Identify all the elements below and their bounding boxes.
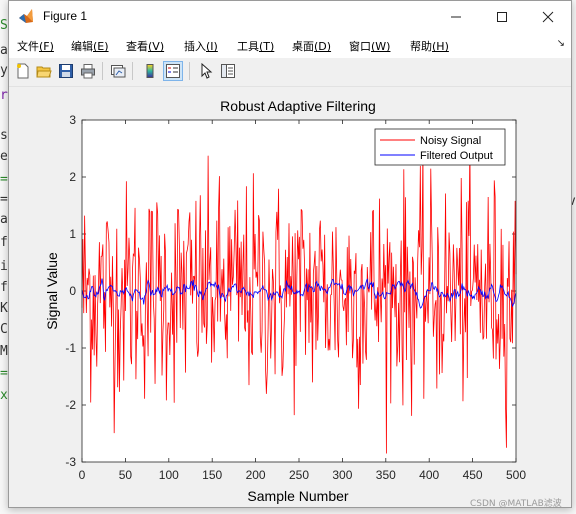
x-tick-label: 100 [159, 468, 179, 482]
insert-colorbar-button[interactable] [140, 61, 160, 81]
figure-window: Figure 1 文件(F) 编辑(E) 查看(V) 插入(I) 工具(T) 桌… [8, 0, 572, 508]
x-tick-label: 350 [376, 468, 396, 482]
close-icon [542, 11, 554, 22]
dock-arrow-icon[interactable]: ↘ [557, 38, 565, 49]
property-inspector-button[interactable] [218, 61, 238, 81]
y-tick-label: 0 [69, 284, 76, 298]
legend-label-noisy: Noisy Signal [420, 135, 481, 147]
y-tick-label: -3 [65, 455, 76, 469]
edit-plot-button[interactable] [196, 61, 216, 81]
print-button[interactable] [78, 61, 98, 81]
x-tick-label: 300 [332, 468, 352, 482]
window-title: Figure 1 [43, 9, 88, 23]
toolbar-separator [132, 62, 133, 80]
y-tick-label: 1 [69, 227, 76, 241]
menu-view[interactable]: 查看(V) [126, 38, 164, 54]
open-file-icon [36, 66, 52, 78]
y-tick-label: -1 [65, 341, 76, 355]
maximize-icon [497, 11, 507, 22]
property-inspector-icon [221, 64, 235, 78]
save-icon [59, 64, 73, 78]
y-tick-label: 3 [69, 113, 76, 127]
menu-insert[interactable]: 插入(I) [184, 38, 218, 54]
minimize-icon [451, 16, 461, 17]
menu-help[interactable]: 帮助(H) [410, 38, 449, 54]
menu-bar: 文件(F) 编辑(E) 查看(V) 插入(I) 工具(T) 桌面(D) 窗口(W… [9, 32, 571, 58]
open-file-button[interactable] [34, 61, 54, 81]
save-button[interactable] [56, 61, 76, 81]
x-tick-label: 0 [79, 468, 86, 482]
x-tick-label: 50 [119, 468, 133, 482]
menu-file[interactable]: 文件(F) [17, 38, 54, 54]
toolbar-separator [102, 62, 103, 80]
link-plot-icon [111, 65, 126, 78]
x-tick-label: 200 [246, 468, 266, 482]
chart-title: Robust Adaptive Filtering [220, 98, 376, 114]
minimize-button[interactable] [433, 1, 479, 32]
colorbar-icon [146, 64, 154, 78]
matlab-logo-icon [19, 9, 33, 23]
maximize-button[interactable] [479, 1, 525, 32]
menu-edit[interactable]: 编辑(E) [71, 38, 109, 54]
x-tick-label: 500 [506, 468, 526, 482]
chart-svg: Robust Adaptive Filtering 0 50 100 150 200 25… [44, 98, 526, 504]
x-axis-label: Sample Number [247, 488, 348, 504]
y-axis-label: Signal Value [44, 252, 60, 330]
x-tick-label: 400 [419, 468, 439, 482]
new-figure-button[interactable] [13, 61, 33, 81]
insert-legend-button[interactable] [163, 61, 183, 81]
new-figure-icon [17, 63, 29, 79]
title-bar[interactable]: Figure 1 [9, 1, 571, 32]
x-tick-label: 250 [289, 468, 309, 482]
edit-plot-icon [201, 63, 213, 79]
watermark: CSDN @MATLAB滤波 [470, 499, 562, 509]
x-tick-label: 150 [202, 468, 222, 482]
x-tick-label: 450 [463, 468, 483, 482]
y-tick-label: -2 [65, 398, 76, 412]
toolbar-separator [189, 62, 190, 80]
close-button[interactable] [525, 1, 571, 32]
plot-area: Robust Adaptive Filtering 0 50 100 150 200 25… [9, 87, 571, 507]
menu-window[interactable]: 窗口(W) [349, 38, 390, 54]
legend[interactable]: Noisy Signal Filtered Output [374, 128, 506, 166]
legend-icon [166, 64, 180, 78]
menu-tools[interactable]: 工具(T) [237, 38, 274, 54]
legend-label-filtered: Filtered Output [420, 150, 493, 162]
print-icon [81, 64, 95, 79]
menu-desktop[interactable]: 桌面(D) [292, 38, 331, 54]
toolbar [9, 58, 571, 87]
y-tick-label: 2 [69, 170, 76, 184]
link-plot-button[interactable] [108, 61, 128, 81]
